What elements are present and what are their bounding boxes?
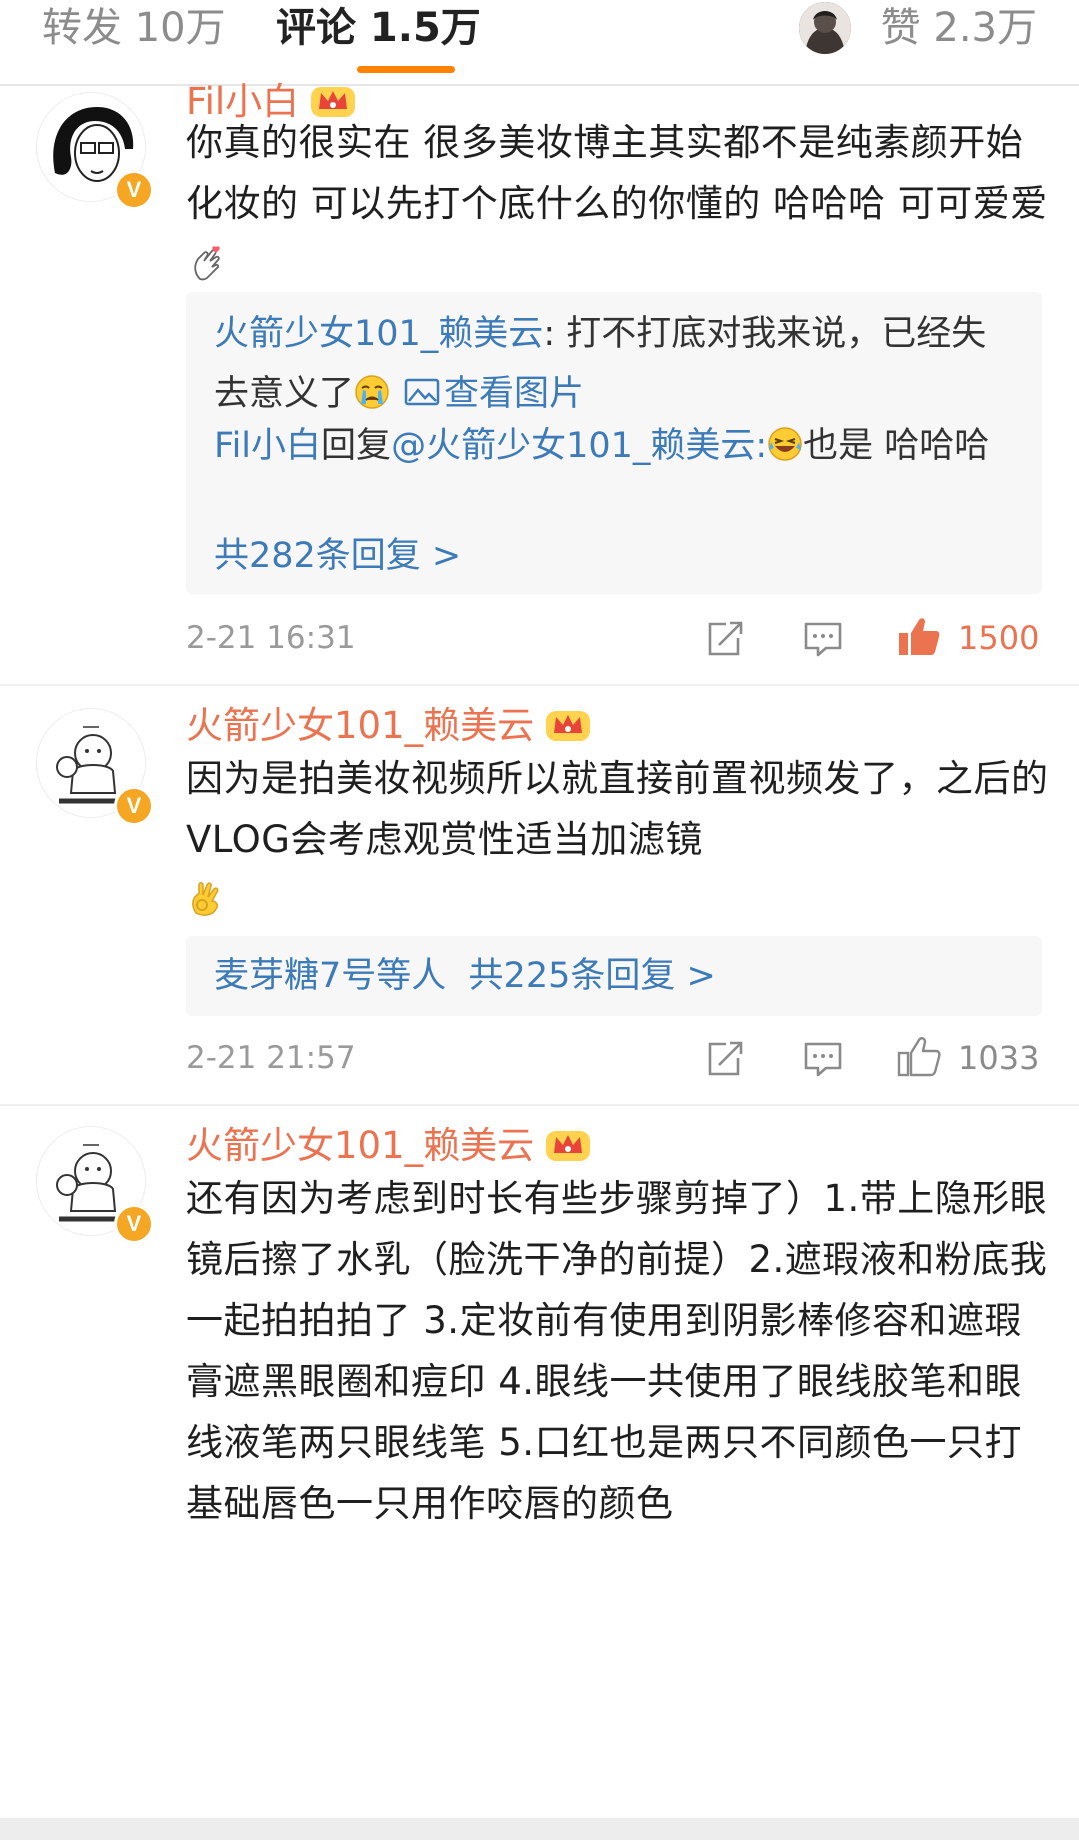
ok-hand-emoji [186, 879, 226, 919]
comment-divider [0, 684, 1079, 686]
crown-icon [544, 707, 592, 743]
like-count: 1500 [958, 619, 1040, 657]
avatar[interactable]: V [36, 1126, 154, 1244]
more-replies-link[interactable]: 共225条回复 > [469, 956, 716, 996]
reply-prefix: 回复 [321, 426, 392, 466]
avatar[interactable]: V [36, 708, 154, 826]
username-text: 火箭少女101_赖美云 [186, 1124, 535, 1167]
comment-text-content: 因为是拍美妆视频所以就直接前置视频发了，之后的VLOG会考虑观赏性适当加滤镜 [186, 757, 1049, 861]
more-replies-link[interactable]: 共282条回复 > [214, 526, 1020, 586]
avatar[interactable]: V [36, 92, 154, 210]
reply-username[interactable]: Fil小白 [214, 426, 321, 466]
finger-heart-emoji [186, 243, 226, 283]
reply-item: Fil小白回复@火箭少女101_赖美云: 也是 哈哈哈 [214, 416, 1020, 476]
reply-colon: : [755, 426, 768, 466]
comment-text-content: 还有因为考虑到时长有些步骤剪掉了）1.带上隐形眼镜后擦了水乳（脸洗干净的前提）2… [186, 1177, 1048, 1525]
comment-text: 因为是拍美妆视频所以就直接前置视频发了，之后的VLOG会考虑观赏性适当加滤镜 [186, 748, 1051, 931]
bottom-edge [0, 1818, 1079, 1840]
reply-item: 火箭少女101_赖美云: 打不打底对我来说，已经失去意义了 查看图片 [214, 304, 1020, 424]
reply-icon[interactable] [800, 616, 846, 660]
reply-text: 也是 哈哈哈 [803, 426, 990, 466]
share-icon[interactable] [702, 1036, 746, 1080]
comment-tabs: 转发 10万 评论 1.5万 赞 2.3万 [0, 0, 1079, 84]
reply-mention[interactable]: @火箭少女101_赖美云 [391, 426, 755, 466]
comment-username[interactable]: 火箭少女101_赖美云 [186, 1122, 592, 1170]
username-text: 火箭少女101_赖美云 [186, 704, 535, 747]
comment-text-content: 你真的很实在 很多美妆博主其实都不是纯素颜开始化妆的 可以先打个底什么的你懂的 … [186, 121, 1048, 225]
laughing-emoji [767, 426, 803, 462]
comment-username[interactable]: 火箭少女101_赖美云 [186, 702, 592, 750]
tab-comment[interactable]: 评论 1.5万 [276, 4, 481, 52]
comment-timestamp: 2-21 16:31 [186, 620, 356, 656]
image-icon [404, 377, 440, 407]
comment-timestamp: 2-21 21:57 [186, 1040, 356, 1076]
reply-summary: 麦芽糖7号等人 共225条回复 > [214, 946, 1020, 1006]
comment-divider [0, 1104, 1079, 1106]
reply-summary-names[interactable]: 麦芽糖7号等人 [214, 956, 446, 996]
verified-badge: V [114, 786, 154, 826]
reply-icon[interactable] [800, 1036, 846, 1080]
thumb-up-icon[interactable] [896, 1034, 942, 1078]
active-tab-indicator [357, 66, 455, 73]
reply-preview-box[interactable]: 麦芽糖7号等人 共225条回复 > [186, 936, 1042, 1016]
tab-like[interactable]: 赞 2.3万 [881, 4, 1037, 52]
verified-badge: V [114, 1204, 154, 1244]
liker-avatar[interactable] [799, 2, 851, 54]
tab-forward[interactable]: 转发 10万 [42, 4, 226, 52]
comment-text: 还有因为考虑到时长有些步骤剪掉了）1.带上隐形眼镜后擦了水乳（脸洗干净的前提）2… [186, 1168, 1051, 1534]
view-image-link[interactable]: 查看图片 [444, 374, 584, 414]
comment-text: 你真的很实在 很多美妆博主其实都不是纯素颜开始化妆的 可以先打个底什么的你懂的 … [186, 112, 1051, 295]
like-count: 1033 [958, 1039, 1040, 1077]
verified-badge: V [114, 170, 154, 210]
share-icon[interactable] [702, 616, 746, 660]
tabs-divider [0, 84, 1079, 86]
crown-icon [544, 1127, 592, 1163]
reply-preview-box[interactable]: 火箭少女101_赖美云: 打不打底对我来说，已经失去意义了 查看图片 Fil小白回… [186, 292, 1042, 594]
thumb-up-icon[interactable] [896, 614, 942, 658]
crying-emoji [354, 374, 390, 410]
reply-username[interactable]: 火箭少女101_赖美云 [214, 314, 543, 354]
